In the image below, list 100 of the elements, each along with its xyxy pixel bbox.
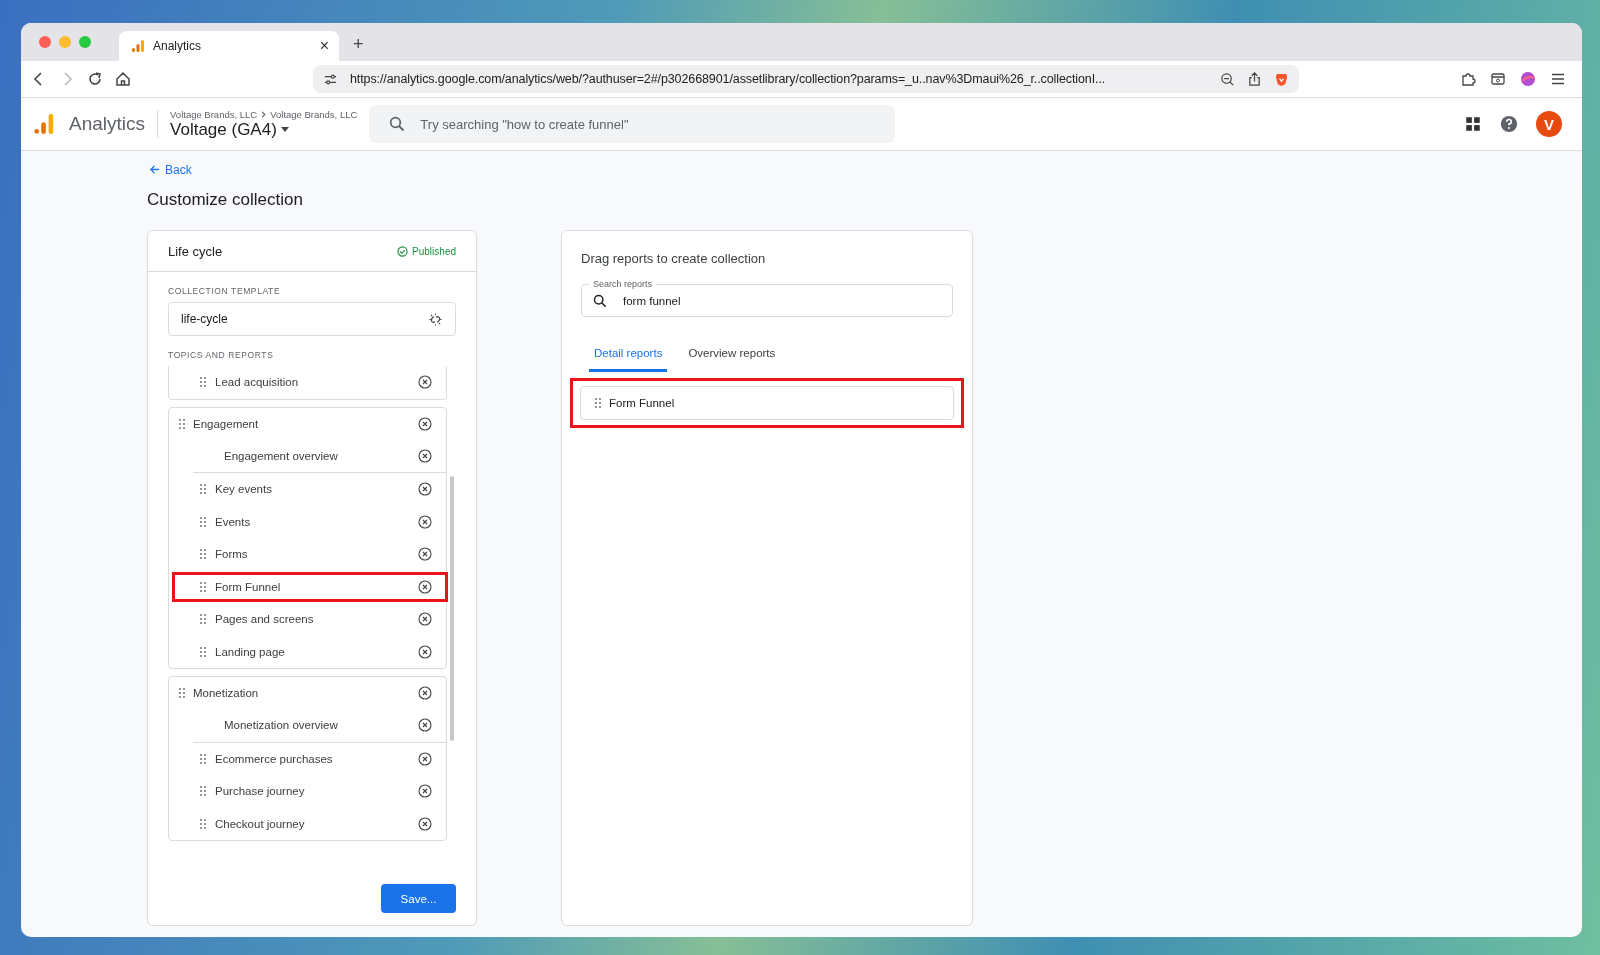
section-label: COLLECTION TEMPLATE — [168, 286, 282, 296]
bar-chart-icon — [131, 39, 145, 53]
drag-handle-icon[interactable] — [200, 484, 206, 495]
report-name: Events — [215, 515, 252, 528]
remove-icon[interactable] — [418, 686, 432, 700]
remove-icon[interactable] — [418, 416, 432, 431]
card-title: Drag reports to create collection — [581, 251, 767, 266]
remove-icon[interactable] — [418, 514, 432, 529]
remove-icon[interactable] — [418, 375, 432, 390]
close-tab-button[interactable]: × — [319, 37, 329, 55]
report-item[interactable]: Form Funnel — [580, 386, 954, 420]
address-bar[interactable]: https://analytics.google.com/analytics/web/?authuser=2#/p302668901/assetlibrary/collection?params=_u..nav%3Dmaui%26_r..collectionI... — [313, 65, 1299, 93]
report-name: Key events — [215, 483, 273, 496]
report-name: Engagement overview — [224, 449, 339, 462]
drag-handle-icon[interactable] — [200, 614, 206, 625]
report-name: Pages and screens — [215, 613, 315, 626]
drag-handle-icon[interactable] — [200, 377, 206, 388]
report-name: Forms — [215, 548, 249, 561]
report-row[interactable]: Checkout journey — [169, 807, 446, 840]
property-selector[interactable]: Voltage (GA4) — [170, 119, 358, 140]
section-label: TOPICS AND REPORTS — [168, 350, 275, 360]
remove-icon[interactable] — [418, 482, 432, 497]
remove-icon[interactable] — [418, 784, 432, 799]
report-row[interactable]: Ecommerce purchases — [169, 742, 446, 775]
shield-icon[interactable] — [1274, 71, 1289, 87]
remove-icon[interactable] — [418, 612, 432, 627]
menu-icon[interactable] — [1550, 71, 1566, 87]
report-row[interactable]: Landing page — [169, 635, 446, 668]
drag-handle-icon[interactable] — [179, 688, 185, 698]
tab-title: Analytics — [153, 39, 203, 53]
remove-icon[interactable] — [418, 448, 432, 463]
remove-icon[interactable] — [418, 644, 432, 659]
report-row[interactable]: Form Funnel — [171, 570, 449, 603]
drag-handle-icon[interactable] — [595, 398, 601, 408]
drag-handle-icon[interactable] — [200, 549, 206, 560]
drag-handle-icon[interactable] — [200, 516, 206, 527]
remove-icon[interactable] — [418, 751, 432, 766]
remove-icon[interactable] — [418, 579, 432, 594]
analytics-logo-icon — [33, 112, 55, 136]
browser-tab[interactable]: Analytics × — [119, 31, 339, 61]
report-row[interactable]: Engagement overview — [193, 439, 446, 472]
drag-handle-icon[interactable] — [200, 581, 206, 592]
drag-handle-icon[interactable] — [179, 418, 185, 429]
broken-link-icon[interactable] — [428, 311, 443, 327]
back-arrow-icon — [149, 164, 160, 175]
product-name: Analytics — [69, 113, 146, 135]
chevron-right-icon — [260, 110, 268, 118]
save-button[interactable]: Save... — [381, 884, 456, 913]
zoom-out-icon[interactable] — [1220, 71, 1235, 87]
home-icon[interactable] — [115, 71, 131, 87]
drag-handle-icon[interactable] — [200, 786, 206, 797]
apps-grid-icon[interactable] — [1464, 115, 1482, 133]
report-name: Form Funnel — [609, 397, 675, 409]
page-title: Customize collection — [147, 190, 304, 210]
profile-icon[interactable] — [1520, 71, 1536, 87]
report-name: Monetization overview — [224, 719, 339, 732]
breadcrumb-item[interactable]: Voltage Brands, LLC — [170, 108, 258, 120]
template-field[interactable]: life-cycle — [168, 302, 456, 336]
field-label: Search reports — [589, 279, 657, 289]
report-row[interactable]: Monetization overview — [193, 709, 446, 742]
remove-icon[interactable] — [418, 547, 432, 562]
remove-icon[interactable] — [418, 816, 432, 831]
search-icon — [389, 116, 406, 132]
drag-handle-icon[interactable] — [200, 753, 206, 764]
report-name: Landing page — [215, 645, 286, 658]
share-icon[interactable] — [1247, 71, 1262, 87]
puzzle-icon[interactable] — [1460, 71, 1476, 87]
status-label: Published — [397, 245, 456, 257]
account-avatar[interactable]: V — [1536, 111, 1562, 137]
search-field[interactable]: Try searching "how to create funnel" — [369, 105, 896, 143]
back-link[interactable]: Back — [149, 162, 192, 177]
drag-handle-icon[interactable] — [200, 646, 206, 657]
report-row[interactable]: Forms — [169, 538, 446, 571]
report-row[interactable]: Lead acquisition — [169, 366, 446, 399]
new-tab-button[interactable]: + — [353, 34, 364, 55]
help-icon[interactable] — [1500, 115, 1518, 133]
field-value: life-cycle — [181, 312, 228, 326]
collection-name: Life cycle — [168, 243, 224, 259]
report-row[interactable]: Events — [169, 505, 446, 538]
caret-icon — [280, 127, 289, 132]
report-name: Lead acquisition — [215, 376, 300, 389]
report-name: Purchase journey — [215, 785, 306, 798]
reload-icon[interactable] — [87, 71, 103, 87]
report-tab[interactable]: Detail reports — [589, 343, 668, 372]
report-name: Ecommerce purchases — [215, 752, 334, 765]
report-tab[interactable]: Overview reports — [683, 343, 781, 372]
url-text: https://analytics.google.com/analytics/web/?authuser=2#/p302668901/assetlibrary/collection?params=_u..nav%3Dmaui%26_r..collectionI... — [350, 72, 1107, 86]
search-icon — [593, 294, 607, 308]
breadcrumb-item[interactable]: Voltage Brands, LLC — [270, 108, 358, 120]
check-circle-icon — [397, 245, 409, 257]
report-row[interactable]: Purchase journey — [169, 775, 446, 808]
remove-icon[interactable] — [418, 718, 432, 733]
report-row[interactable]: Pages and screens — [169, 603, 446, 636]
topic-title: Engagement — [193, 417, 260, 430]
reader-icon[interactable] — [1490, 71, 1506, 87]
report-name: Checkout journey — [215, 817, 306, 830]
drag-handle-icon[interactable] — [200, 818, 206, 829]
topic-title: Monetization — [193, 687, 260, 699]
report-name: Form Funnel — [215, 580, 282, 593]
report-row[interactable]: Key events — [169, 473, 446, 506]
